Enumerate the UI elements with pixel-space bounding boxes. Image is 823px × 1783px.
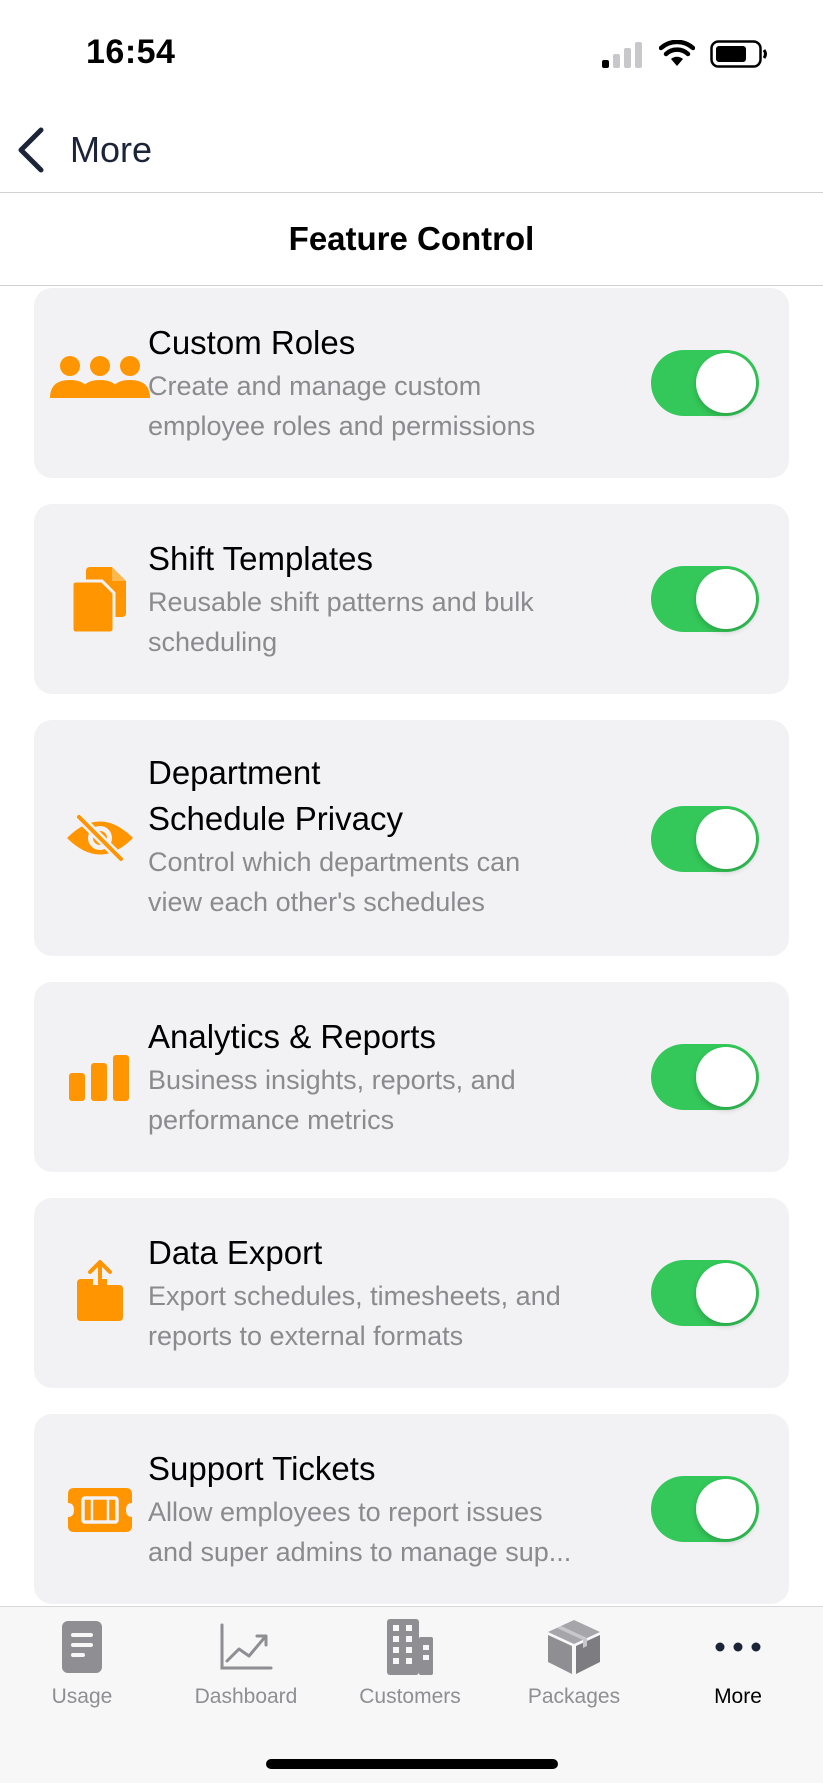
people-group-icon xyxy=(50,340,150,420)
feature-card-data-export: Data Export Export schedules, timesheets… xyxy=(34,1198,789,1388)
ticket-icon xyxy=(50,1470,150,1550)
feature-title: Analytics & Reports xyxy=(148,1018,436,1055)
status-bar: 16:54 xyxy=(0,0,823,110)
navigation-bar: More xyxy=(0,110,823,193)
battery-icon xyxy=(710,40,767,68)
toggle-knob xyxy=(696,1047,756,1107)
feature-title-line2: Schedule Privacy xyxy=(148,800,403,837)
tab-label: Usage xyxy=(51,1685,113,1708)
status-time: 16:54 xyxy=(86,33,176,71)
support-tickets-toggle[interactable] xyxy=(651,1476,759,1542)
wifi-icon xyxy=(659,40,695,66)
feature-card-support-tickets: Support Tickets Allow employees to repor… xyxy=(34,1414,789,1604)
ellipsis-icon xyxy=(710,1619,766,1675)
back-label: More xyxy=(70,129,153,170)
tab-dashboard[interactable]: Dashboard xyxy=(164,1619,328,1729)
tab-usage[interactable]: Usage xyxy=(0,1619,164,1729)
feature-description-line2: and super admins to manage sup... xyxy=(148,1537,572,1567)
back-button[interactable]: More xyxy=(16,122,152,178)
bar-chart-icon xyxy=(50,1038,150,1118)
share-export-icon xyxy=(50,1250,150,1330)
feature-description: Business insights, reports, and performa… xyxy=(148,1065,516,1135)
toggle-knob xyxy=(696,1479,756,1539)
chevron-left-icon xyxy=(18,127,44,173)
tab-bar: Usage Dashboard Customers Packages More xyxy=(0,1606,823,1783)
line-chart-icon xyxy=(218,1619,274,1675)
tab-packages[interactable]: Packages xyxy=(492,1619,656,1729)
feature-description: Control which departments can view each … xyxy=(148,847,521,917)
feature-list[interactable]: Custom Roles Create and manage custom em… xyxy=(0,286,823,1606)
tab-label: More xyxy=(714,1685,762,1708)
toggle-knob xyxy=(696,569,756,629)
tab-customers[interactable]: Customers xyxy=(328,1619,492,1729)
custom-roles-toggle[interactable] xyxy=(651,350,759,416)
page-title: Feature Control xyxy=(288,220,535,257)
feature-card-shift-templates: Shift Templates Reusable shift patterns … xyxy=(34,504,789,694)
title-bar: Feature Control xyxy=(0,193,823,286)
tab-label: Customers xyxy=(359,1685,461,1708)
cellular-signal-icon xyxy=(602,42,642,68)
feature-description: Reusable shift patterns and bulk schedul… xyxy=(148,587,534,657)
feature-title: Data Export xyxy=(148,1234,323,1271)
toggle-knob xyxy=(696,1263,756,1323)
shift-templates-toggle[interactable] xyxy=(651,566,759,632)
building-icon xyxy=(382,1619,438,1675)
document-icon xyxy=(54,1619,110,1675)
tab-label: Dashboard xyxy=(194,1685,298,1708)
feature-card-custom-roles: Custom Roles Create and manage custom em… xyxy=(34,288,789,478)
feature-card-department-schedule-privacy: Department Schedule Privacy Control whic… xyxy=(34,720,789,956)
feature-description: Export schedules, timesheets, and report… xyxy=(148,1281,561,1351)
feature-title: Custom Roles xyxy=(148,324,356,361)
feature-description-line1: Allow employees to report issues xyxy=(148,1497,543,1527)
feature-description: Create and manage custom employee roles … xyxy=(148,371,536,441)
copy-documents-icon xyxy=(50,560,150,640)
package-box-icon xyxy=(546,1619,602,1675)
feature-title: Support Tickets xyxy=(148,1450,376,1487)
department-schedule-privacy-toggle[interactable] xyxy=(651,806,759,872)
feature-title-line1: Department xyxy=(148,754,321,791)
toggle-knob xyxy=(696,353,756,413)
tab-more[interactable]: More xyxy=(656,1619,820,1729)
data-export-toggle[interactable] xyxy=(651,1260,759,1326)
feature-title: Shift Templates xyxy=(148,540,374,577)
analytics-reports-toggle[interactable] xyxy=(651,1044,759,1110)
eye-slash-icon xyxy=(50,798,150,878)
home-indicator xyxy=(266,1759,558,1769)
feature-card-analytics-reports: Analytics & Reports Business insights, r… xyxy=(34,982,789,1172)
toggle-knob xyxy=(696,809,756,869)
tab-label: Packages xyxy=(527,1685,621,1708)
